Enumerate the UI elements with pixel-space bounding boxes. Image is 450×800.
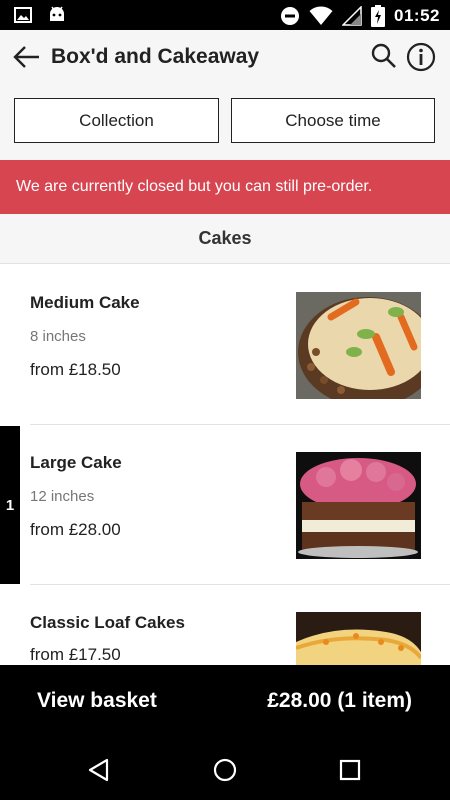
item-size: 12 inches <box>30 488 95 505</box>
nav-recents-button[interactable] <box>337 757 363 783</box>
image-icon <box>14 7 32 23</box>
status-bar: 01:52 <box>0 0 450 30</box>
android-icon <box>50 6 64 21</box>
pink-frosted-cake-photo <box>296 452 421 559</box>
item-name: Medium Cake <box>30 293 140 312</box>
nav-back-button[interactable] <box>86 757 112 783</box>
item-name: Classic Loaf Cakes <box>30 613 185 632</box>
battery-icon <box>371 5 386 27</box>
do-not-disturb-icon <box>281 7 300 25</box>
search-icon <box>371 43 396 68</box>
basket-total: £28.00 (1 item) <box>267 689 412 712</box>
back-arrow-icon <box>13 46 39 68</box>
info-button[interactable] <box>406 42 436 72</box>
collection-button[interactable]: Collection <box>14 98 219 143</box>
info-icon <box>406 42 436 72</box>
item-name: Large Cake <box>30 453 122 472</box>
closed-banner: We are currently closed but you can stil… <box>0 160 450 214</box>
app-bar: Box'd and Cakeaway <box>0 30 450 86</box>
back-triangle-icon <box>88 758 109 782</box>
item-price: from £28.00 <box>30 520 121 539</box>
back-button[interactable] <box>12 42 42 72</box>
choose-time-button[interactable]: Choose time <box>231 98 435 143</box>
item-price: from £18.50 <box>30 360 121 379</box>
system-nav-bar <box>0 738 450 800</box>
carrot-cake-photo <box>296 292 421 399</box>
quantity-badge: 1 <box>0 426 20 584</box>
view-basket-bar[interactable]: View basket £28.00 (1 item) <box>0 665 450 738</box>
wifi-icon <box>309 6 333 25</box>
menu-item-medium-cake[interactable]: Medium Cake 8 inches from £18.50 <box>0 265 450 425</box>
status-time: 01:52 <box>394 6 440 25</box>
item-size: 8 inches <box>30 328 86 345</box>
home-circle-icon <box>213 758 237 782</box>
recents-square-icon <box>339 759 361 781</box>
view-basket-label: View basket <box>37 689 157 712</box>
search-button[interactable] <box>370 42 398 70</box>
signal-icon <box>342 6 362 26</box>
page-title: Box'd and Cakeaway <box>51 45 260 68</box>
nav-home-button[interactable] <box>212 757 238 783</box>
menu-item-large-cake[interactable]: 1 Large Cake 12 inches from £28.00 <box>0 425 450 585</box>
order-options: Collection Choose time <box>0 86 450 160</box>
section-header-cakes: Cakes <box>0 214 450 264</box>
item-price: from £17.50 <box>30 645 121 664</box>
